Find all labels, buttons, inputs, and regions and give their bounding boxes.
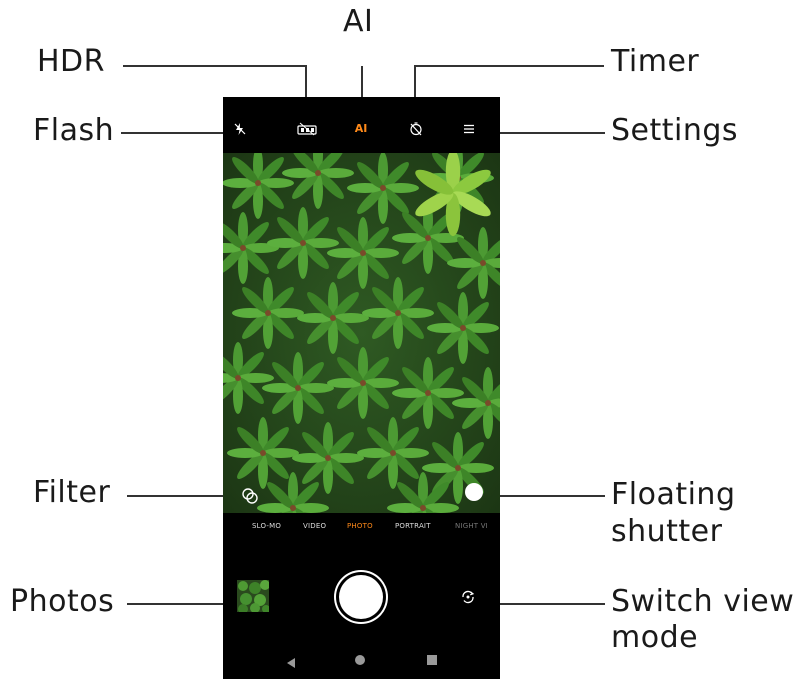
callout-settings: Settings <box>611 113 739 148</box>
android-nav-bar <box>223 643 500 679</box>
mode-night-vision[interactable]: NIGHT VI <box>455 522 488 530</box>
callout-photos: Photos <box>10 584 115 619</box>
callout-floating-shutter-line1: Floating <box>611 477 736 512</box>
camera-top-bar: AI <box>223 97 500 153</box>
leader-flash <box>121 132 237 134</box>
callout-hdr: HDR <box>37 44 106 79</box>
leader-settings <box>485 132 605 134</box>
camera-controls <box>223 543 500 643</box>
callout-floating-shutter-line2: shutter <box>611 514 723 549</box>
ai-icon[interactable]: AI <box>351 121 371 137</box>
callout-flash: Flash <box>33 113 115 148</box>
filter-icon[interactable] <box>241 487 259 505</box>
back-icon[interactable] <box>285 654 297 673</box>
photos-thumbnail[interactable] <box>237 580 269 612</box>
plant-preview-image <box>223 153 500 513</box>
callout-switch-view-line1: Switch view <box>611 584 795 619</box>
mode-slo-mo[interactable]: SLO-MO <box>252 522 281 530</box>
mode-portrait[interactable]: PORTRAIT <box>395 522 431 530</box>
switch-camera-icon[interactable] <box>459 588 477 606</box>
recents-icon[interactable] <box>427 655 437 665</box>
callout-filter: Filter <box>33 475 111 510</box>
leader-photos <box>127 603 237 605</box>
camera-viewfinder[interactable] <box>223 153 500 513</box>
callout-timer: Timer <box>611 44 700 79</box>
floating-shutter-button[interactable] <box>465 483 483 501</box>
leader-filter <box>127 495 237 497</box>
home-icon[interactable] <box>355 655 365 665</box>
flash-off-icon[interactable] <box>225 121 255 137</box>
phone-screen: AI SLO-MO VIDEO PHOTO PORTRAIT NIGHT VI <box>223 97 500 679</box>
callout-switch-view-line2: mode <box>611 620 699 655</box>
hdr-icon[interactable] <box>296 121 318 137</box>
timer-off-icon[interactable] <box>405 121 427 137</box>
mode-photo[interactable]: PHOTO <box>347 522 373 530</box>
leader-timer-h <box>414 65 604 67</box>
leader-floating-shutter <box>485 495 605 497</box>
callout-ai: AI <box>343 4 374 39</box>
menu-icon[interactable] <box>458 121 480 137</box>
mode-video[interactable]: VIDEO <box>303 522 326 530</box>
camera-mode-selector: SLO-MO VIDEO PHOTO PORTRAIT NIGHT VI <box>223 513 500 543</box>
shutter-button[interactable] <box>339 575 383 619</box>
leader-hdr-h <box>123 65 306 67</box>
